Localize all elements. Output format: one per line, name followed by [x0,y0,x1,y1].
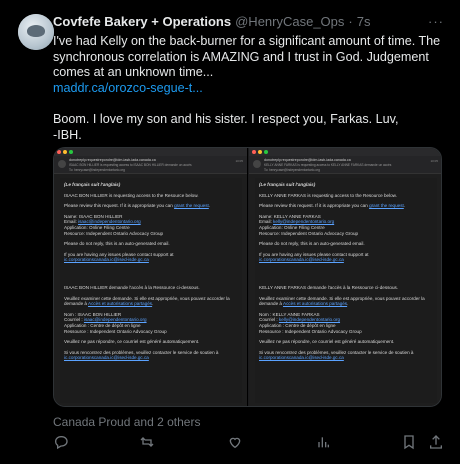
email-header: donotreply.requestrepondre@idm-iasb-iada… [249,156,441,174]
sender-avatar-icon [58,160,66,168]
tweet-paragraph-1: I've had Kelly on the back-burner for a … [53,34,441,79]
email-issues-fr: Si vous rencontrez des problèmes, veuill… [259,349,414,361]
bookmark-icon[interactable] [401,434,419,452]
tweet-media[interactable]: donotreply.requestrepondre@idm-iasb-iada… [53,147,442,407]
close-dot-icon [252,150,256,154]
social-context[interactable]: Canada Proud and 2 others [53,415,200,429]
email-time: 10:05 [235,159,243,163]
action-bar [53,434,445,454]
more-options-icon[interactable]: ··· [428,14,444,29]
maximize-dot-icon [264,150,268,154]
shared-access-link[interactable]: Accès et autorisations partagés [88,301,152,306]
email-from: donotreply.requestrepondre@idm-iasb-iada… [264,158,351,162]
avatar[interactable] [18,14,54,50]
email-address-link[interactable]: isaac@independentontario.org [78,219,141,224]
timestamp[interactable]: 7s [357,14,371,29]
email-address-link-fr[interactable]: isaac@independentontario.org [84,317,147,322]
grant-request-link[interactable]: grant the request [369,203,404,208]
tweet-header: Covfefe Bakery + Operations @HenryCase_O… [53,14,370,29]
share-icon[interactable] [428,434,446,452]
email-header: donotreply.requestrepondre@idm-iasb-iada… [54,156,247,174]
views-icon[interactable] [315,434,333,452]
tweet-text: I've had Kelly on the back-burner for a … [53,34,448,143]
email-subject: KELLY ANNE FARKAS is requesting access t… [264,163,392,167]
avatar-bird-image [27,25,45,37]
reply-icon[interactable] [53,434,71,452]
email-to: To: henrycase@independentontario.org [69,168,125,172]
email-line-fr: Veuillez examiner cette demande. Si elle… [259,295,425,307]
email-body: (Le français suit l'anglais) KELLY ANNE … [255,178,437,403]
tweet-link[interactable]: maddr.ca/orozco-segue-t... [53,81,203,95]
window-titlebar [54,148,247,156]
maximize-dot-icon [69,150,73,154]
tweet-paragraph-3: -IBH. [53,127,82,142]
email-address-link[interactable]: kelly@independentontario.org [273,219,334,224]
email-line-fr: Veuillez examiner cette demande. Si elle… [64,295,230,307]
email-screenshot-right[interactable]: donotreply.requestrepondre@idm-iasb-iada… [249,148,441,406]
support-email-link-fr[interactable]: ic.corporationscanada.ic@ised-isde.gc.ca [259,355,344,360]
separator-dot: · [348,14,353,29]
minimize-dot-icon [258,150,262,154]
window-titlebar [249,148,441,156]
email-from: donotreply.requestrepondre@idm-iasb-iada… [69,158,156,162]
support-email-link-fr[interactable]: ic.corporationscanada.ic@ised-isde.gc.ca [64,355,149,360]
minimize-dot-icon [63,150,67,154]
shared-access-link[interactable]: Accès et autorisations partagés [283,301,347,306]
like-icon[interactable] [227,434,245,452]
sender-avatar-icon [253,160,261,168]
email-address-link-fr[interactable]: kelly@independentontario.org [279,317,340,322]
close-dot-icon [57,150,61,154]
grant-request-link[interactable]: grant the request [174,203,209,208]
tweet: Covfefe Bakery + Operations @HenryCase_O… [0,0,460,464]
email-time: 10:05 [430,159,438,163]
email-to: To: henrycase@independentontario.org [264,168,320,172]
user-handle[interactable]: @HenryCase_Ops [235,14,344,29]
email-subject: ISAAC BON HILLIER is requesting access t… [69,163,192,167]
display-name[interactable]: Covfefe Bakery + Operations [53,14,231,29]
email-screenshot-left[interactable]: donotreply.requestrepondre@idm-iasb-iada… [54,148,248,406]
email-body: (Le français suit l'anglais) ISAAC BON H… [60,178,242,403]
email-issues-fr: Si vous rencontrez des problèmes, veuill… [64,349,219,361]
repost-icon[interactable] [139,434,157,452]
tweet-paragraph-2: Boom. I love my son and his sister. I re… [53,112,399,126]
